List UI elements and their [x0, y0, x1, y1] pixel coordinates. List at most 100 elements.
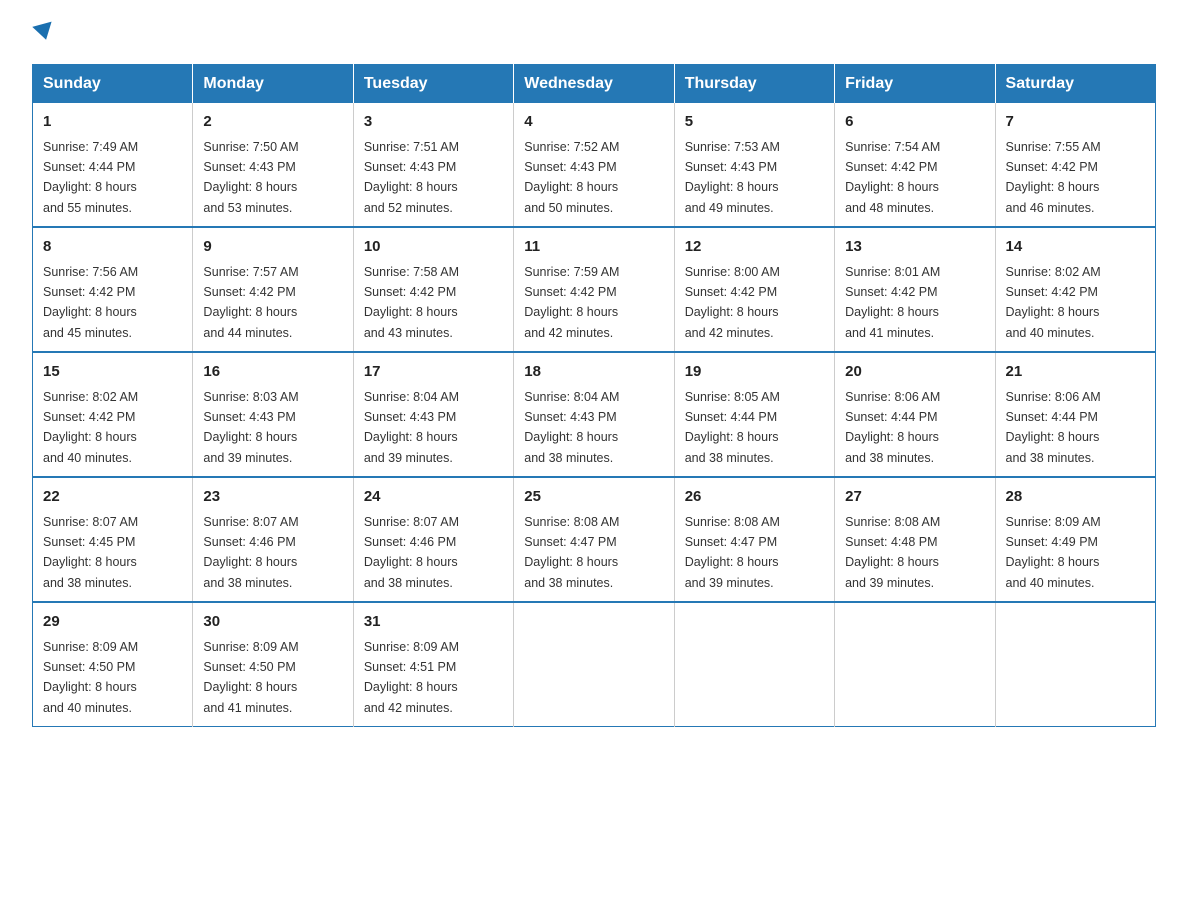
- calendar-cell: 29 Sunrise: 8:09 AMSunset: 4:50 PMDaylig…: [33, 602, 193, 727]
- calendar-cell: 15 Sunrise: 8:02 AMSunset: 4:42 PMDaylig…: [33, 352, 193, 477]
- day-info: Sunrise: 8:09 AMSunset: 4:50 PMDaylight:…: [203, 640, 298, 715]
- calendar-cell: 6 Sunrise: 7:54 AMSunset: 4:42 PMDayligh…: [835, 103, 995, 227]
- day-info: Sunrise: 8:04 AMSunset: 4:43 PMDaylight:…: [524, 390, 619, 465]
- calendar-cell: 26 Sunrise: 8:08 AMSunset: 4:47 PMDaylig…: [674, 477, 834, 602]
- day-info: Sunrise: 7:57 AMSunset: 4:42 PMDaylight:…: [203, 265, 298, 340]
- calendar-cell: 17 Sunrise: 8:04 AMSunset: 4:43 PMDaylig…: [353, 352, 513, 477]
- calendar-cell: 21 Sunrise: 8:06 AMSunset: 4:44 PMDaylig…: [995, 352, 1155, 477]
- weekday-header-wednesday: Wednesday: [514, 65, 674, 104]
- day-info: Sunrise: 8:04 AMSunset: 4:43 PMDaylight:…: [364, 390, 459, 465]
- day-number: 11: [524, 236, 663, 259]
- calendar-cell: [514, 602, 674, 727]
- day-info: Sunrise: 7:49 AMSunset: 4:44 PMDaylight:…: [43, 140, 138, 215]
- day-info: Sunrise: 7:54 AMSunset: 4:42 PMDaylight:…: [845, 140, 940, 215]
- day-number: 20: [845, 361, 984, 384]
- day-number: 30: [203, 611, 342, 634]
- page-header: [32, 24, 1156, 46]
- day-number: 25: [524, 486, 663, 509]
- day-number: 16: [203, 361, 342, 384]
- day-number: 27: [845, 486, 984, 509]
- day-info: Sunrise: 8:03 AMSunset: 4:43 PMDaylight:…: [203, 390, 298, 465]
- day-number: 12: [685, 236, 824, 259]
- day-info: Sunrise: 8:08 AMSunset: 4:48 PMDaylight:…: [845, 515, 940, 590]
- calendar-week-row: 29 Sunrise: 8:09 AMSunset: 4:50 PMDaylig…: [33, 602, 1156, 727]
- day-info: Sunrise: 8:07 AMSunset: 4:45 PMDaylight:…: [43, 515, 138, 590]
- calendar-cell: 30 Sunrise: 8:09 AMSunset: 4:50 PMDaylig…: [193, 602, 353, 727]
- calendar-week-row: 8 Sunrise: 7:56 AMSunset: 4:42 PMDayligh…: [33, 227, 1156, 352]
- day-number: 13: [845, 236, 984, 259]
- calendar-cell: 22 Sunrise: 8:07 AMSunset: 4:45 PMDaylig…: [33, 477, 193, 602]
- calendar-cell: 12 Sunrise: 8:00 AMSunset: 4:42 PMDaylig…: [674, 227, 834, 352]
- weekday-header-monday: Monday: [193, 65, 353, 104]
- day-number: 9: [203, 236, 342, 259]
- day-info: Sunrise: 7:53 AMSunset: 4:43 PMDaylight:…: [685, 140, 780, 215]
- calendar-cell: 16 Sunrise: 8:03 AMSunset: 4:43 PMDaylig…: [193, 352, 353, 477]
- calendar-cell: 28 Sunrise: 8:09 AMSunset: 4:49 PMDaylig…: [995, 477, 1155, 602]
- calendar-cell: [835, 602, 995, 727]
- calendar-week-row: 1 Sunrise: 7:49 AMSunset: 4:44 PMDayligh…: [33, 103, 1156, 227]
- calendar-cell: 2 Sunrise: 7:50 AMSunset: 4:43 PMDayligh…: [193, 103, 353, 227]
- calendar-week-row: 15 Sunrise: 8:02 AMSunset: 4:42 PMDaylig…: [33, 352, 1156, 477]
- day-number: 18: [524, 361, 663, 384]
- day-number: 5: [685, 111, 824, 134]
- calendar-cell: 3 Sunrise: 7:51 AMSunset: 4:43 PMDayligh…: [353, 103, 513, 227]
- day-info: Sunrise: 8:07 AMSunset: 4:46 PMDaylight:…: [364, 515, 459, 590]
- day-info: Sunrise: 8:05 AMSunset: 4:44 PMDaylight:…: [685, 390, 780, 465]
- day-number: 24: [364, 486, 503, 509]
- calendar-cell: 20 Sunrise: 8:06 AMSunset: 4:44 PMDaylig…: [835, 352, 995, 477]
- calendar-cell: 18 Sunrise: 8:04 AMSunset: 4:43 PMDaylig…: [514, 352, 674, 477]
- day-info: Sunrise: 8:02 AMSunset: 4:42 PMDaylight:…: [43, 390, 138, 465]
- day-number: 4: [524, 111, 663, 134]
- day-info: Sunrise: 8:09 AMSunset: 4:50 PMDaylight:…: [43, 640, 138, 715]
- calendar-cell: 11 Sunrise: 7:59 AMSunset: 4:42 PMDaylig…: [514, 227, 674, 352]
- calendar-cell: 19 Sunrise: 8:05 AMSunset: 4:44 PMDaylig…: [674, 352, 834, 477]
- weekday-header-tuesday: Tuesday: [353, 65, 513, 104]
- day-info: Sunrise: 7:51 AMSunset: 4:43 PMDaylight:…: [364, 140, 459, 215]
- day-number: 22: [43, 486, 182, 509]
- calendar-cell: 23 Sunrise: 8:07 AMSunset: 4:46 PMDaylig…: [193, 477, 353, 602]
- day-info: Sunrise: 7:59 AMSunset: 4:42 PMDaylight:…: [524, 265, 619, 340]
- calendar-cell: 24 Sunrise: 8:07 AMSunset: 4:46 PMDaylig…: [353, 477, 513, 602]
- day-number: 29: [43, 611, 182, 634]
- calendar-cell: 8 Sunrise: 7:56 AMSunset: 4:42 PMDayligh…: [33, 227, 193, 352]
- calendar-cell: 31 Sunrise: 8:09 AMSunset: 4:51 PMDaylig…: [353, 602, 513, 727]
- day-info: Sunrise: 7:52 AMSunset: 4:43 PMDaylight:…: [524, 140, 619, 215]
- logo: [32, 24, 54, 46]
- day-info: Sunrise: 7:50 AMSunset: 4:43 PMDaylight:…: [203, 140, 298, 215]
- day-info: Sunrise: 8:09 AMSunset: 4:49 PMDaylight:…: [1006, 515, 1101, 590]
- day-number: 6: [845, 111, 984, 134]
- weekday-header-sunday: Sunday: [33, 65, 193, 104]
- day-number: 26: [685, 486, 824, 509]
- weekday-header-thursday: Thursday: [674, 65, 834, 104]
- calendar-cell: 7 Sunrise: 7:55 AMSunset: 4:42 PMDayligh…: [995, 103, 1155, 227]
- calendar-cell: [995, 602, 1155, 727]
- day-info: Sunrise: 7:58 AMSunset: 4:42 PMDaylight:…: [364, 265, 459, 340]
- day-number: 8: [43, 236, 182, 259]
- day-info: Sunrise: 8:08 AMSunset: 4:47 PMDaylight:…: [524, 515, 619, 590]
- day-number: 21: [1006, 361, 1145, 384]
- day-info: Sunrise: 8:02 AMSunset: 4:42 PMDaylight:…: [1006, 265, 1101, 340]
- day-number: 10: [364, 236, 503, 259]
- day-number: 3: [364, 111, 503, 134]
- day-number: 2: [203, 111, 342, 134]
- day-info: Sunrise: 8:06 AMSunset: 4:44 PMDaylight:…: [1006, 390, 1101, 465]
- weekday-header-saturday: Saturday: [995, 65, 1155, 104]
- day-number: 7: [1006, 111, 1145, 134]
- day-number: 1: [43, 111, 182, 134]
- calendar-cell: 9 Sunrise: 7:57 AMSunset: 4:42 PMDayligh…: [193, 227, 353, 352]
- day-number: 28: [1006, 486, 1145, 509]
- day-number: 14: [1006, 236, 1145, 259]
- day-info: Sunrise: 8:09 AMSunset: 4:51 PMDaylight:…: [364, 640, 459, 715]
- calendar-cell: 10 Sunrise: 7:58 AMSunset: 4:42 PMDaylig…: [353, 227, 513, 352]
- calendar-cell: 27 Sunrise: 8:08 AMSunset: 4:48 PMDaylig…: [835, 477, 995, 602]
- calendar-cell: 13 Sunrise: 8:01 AMSunset: 4:42 PMDaylig…: [835, 227, 995, 352]
- calendar-cell: 25 Sunrise: 8:08 AMSunset: 4:47 PMDaylig…: [514, 477, 674, 602]
- day-number: 23: [203, 486, 342, 509]
- weekday-header-row: SundayMondayTuesdayWednesdayThursdayFrid…: [33, 65, 1156, 104]
- calendar-cell: 4 Sunrise: 7:52 AMSunset: 4:43 PMDayligh…: [514, 103, 674, 227]
- day-number: 17: [364, 361, 503, 384]
- day-info: Sunrise: 8:08 AMSunset: 4:47 PMDaylight:…: [685, 515, 780, 590]
- calendar-cell: 5 Sunrise: 7:53 AMSunset: 4:43 PMDayligh…: [674, 103, 834, 227]
- day-number: 31: [364, 611, 503, 634]
- calendar-cell: 14 Sunrise: 8:02 AMSunset: 4:42 PMDaylig…: [995, 227, 1155, 352]
